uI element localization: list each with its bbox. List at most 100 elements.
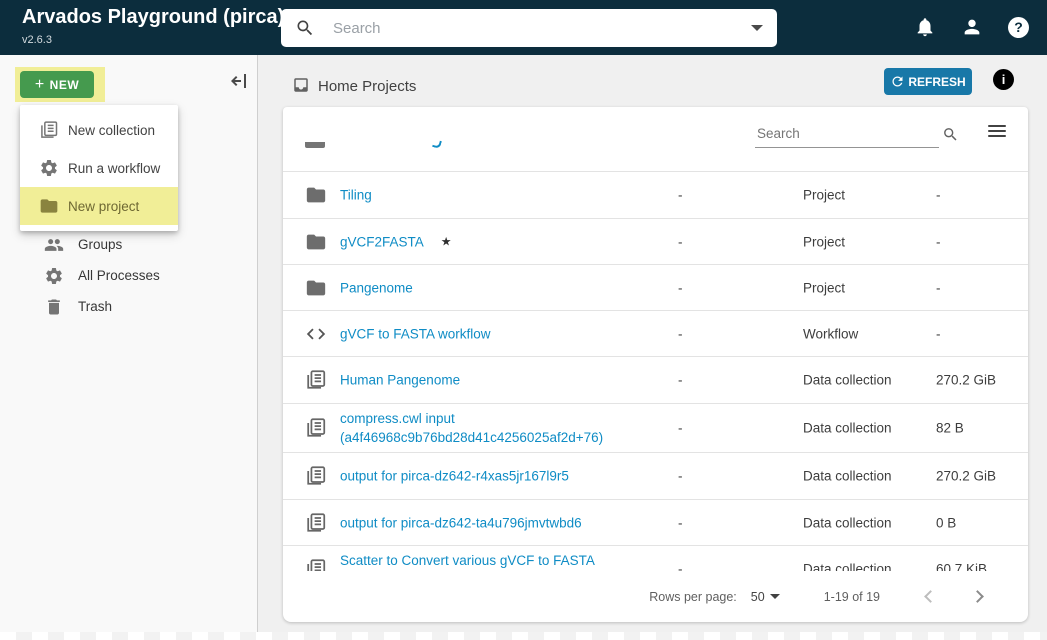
item-name-link[interactable]: Scatter to Convert various gVCF to FASTA	[340, 551, 595, 570]
item-name-link[interactable]: Pangenome	[340, 278, 413, 297]
sidebar-item-label: Trash	[78, 299, 112, 314]
menu-item-new-collection[interactable]: New collection	[20, 111, 178, 149]
item-name-link[interactable]: compress.cwl input(a4f46968c9b76bd28d41c…	[340, 409, 603, 447]
item-type: Data collection	[803, 469, 892, 484]
collection-icon	[305, 512, 327, 534]
item-type: Workflow	[803, 326, 858, 341]
item-col2-value: -	[678, 421, 683, 436]
sidebar: + NEW New collection Run a workflow New …	[0, 55, 258, 633]
item-col2-value: -	[678, 515, 683, 530]
folder-icon	[305, 184, 327, 206]
item-type: Data collection	[803, 515, 892, 530]
folder-icon	[39, 196, 59, 216]
item-type: Data collection	[803, 373, 892, 388]
info-icon[interactable]: i	[993, 69, 1014, 90]
folder-icon-fragment	[305, 142, 325, 148]
groups-icon	[44, 235, 64, 255]
rows-per-page-label: Rows per page:	[649, 590, 737, 604]
item-size: -	[936, 280, 941, 295]
sidebar-item-all-processes[interactable]: All Processes	[0, 260, 258, 291]
previous-page-icon[interactable]	[924, 590, 937, 603]
panel-search	[755, 122, 973, 148]
new-button[interactable]: + NEW	[20, 71, 94, 98]
item-type: Project	[803, 280, 845, 295]
menu-item-label: Run a workflow	[68, 161, 160, 176]
trash-icon	[44, 297, 64, 317]
global-search-input[interactable]	[333, 20, 743, 37]
app-title: Arvados Playground (pirca)	[22, 6, 284, 29]
item-size: -	[936, 188, 941, 203]
table-row[interactable]: Tiling - Project -	[283, 172, 1028, 219]
table-footer: Rows per page: 50 1-19 of 19	[283, 571, 1028, 622]
table-row[interactable]: output for pirca-dz642-r4xas5jr167l9r5 -…	[283, 453, 1028, 500]
collection-icon	[39, 120, 59, 140]
table-row[interactable]: Human Pangenome - Data collection 270.2 …	[283, 357, 1028, 404]
item-col2-value: -	[678, 234, 683, 249]
workflow-icon	[305, 323, 327, 345]
rows-per-page-select[interactable]: 50	[751, 590, 780, 604]
notifications-bell-icon[interactable]	[914, 16, 936, 38]
gear-icon	[39, 158, 59, 178]
item-type: Data collection	[803, 421, 892, 436]
item-size: 270.2 GiB	[936, 373, 996, 388]
app-window: Arvados Playground (pirca) v2.6.3 ? + NE…	[0, 0, 1047, 640]
table-row[interactable]: Pangenome - Project -	[283, 265, 1028, 311]
menu-item-label: New project	[68, 199, 139, 214]
next-page-icon[interactable]	[971, 590, 984, 603]
caret-down-icon	[770, 594, 780, 599]
app-header: Arvados Playground (pirca) v2.6.3 ?	[0, 0, 1047, 55]
item-name-link[interactable]: Tiling	[340, 186, 372, 205]
table-row[interactable]: gVCF2FASTA ★ - Project -	[283, 219, 1028, 265]
plus-icon: +	[35, 77, 45, 93]
collapse-sidebar-icon[interactable]	[227, 69, 251, 93]
search-options-caret-icon[interactable]	[751, 25, 763, 31]
refresh-button[interactable]: REFRESH	[884, 68, 972, 95]
sidebar-nav: Groups All Processes Trash	[0, 229, 258, 322]
collection-icon	[305, 558, 327, 572]
item-name-link[interactable]: output for pirca-dz642-r4xas5jr167l9r5	[340, 467, 569, 486]
item-size: 0 B	[936, 515, 956, 530]
collection-icon	[305, 417, 327, 439]
menu-item-new-project[interactable]: New project	[20, 187, 178, 225]
item-size: -	[936, 234, 941, 249]
item-name-link[interactable]: output for pirca-dz642-ta4u796jmvtwbd6	[340, 513, 582, 532]
table-scroll-area[interactable]: Tiling - Project - gVCF2FASTA ★ - Projec…	[283, 135, 1028, 571]
collection-icon	[305, 465, 327, 487]
favorite-star-icon[interactable]: ★	[441, 235, 452, 249]
item-type: Project	[803, 188, 845, 203]
page-title: Home Projects	[318, 78, 416, 95]
table-row[interactable]: gVCF to FASTA workflow - Workflow -	[283, 311, 1028, 357]
table-row[interactable]: Scatter to Convert various gVCF to FASTA…	[283, 546, 1028, 571]
item-size: 270.2 GiB	[936, 469, 996, 484]
sidebar-item-label: All Processes	[78, 268, 160, 283]
collection-icon	[305, 369, 327, 391]
account-person-icon[interactable]	[961, 16, 983, 38]
item-size: 82 B	[936, 421, 964, 436]
sidebar-item-trash[interactable]: Trash	[0, 291, 258, 322]
item-size: 60.7 KiB	[936, 561, 987, 571]
item-col2-value: -	[678, 280, 683, 295]
link-text-fragment	[432, 139, 442, 149]
global-search-bar[interactable]	[281, 9, 777, 47]
sidebar-item-groups[interactable]: Groups	[0, 229, 258, 260]
table-row[interactable]: compress.cwl input(a4f46968c9b76bd28d41c…	[283, 404, 1028, 453]
help-icon[interactable]: ?	[1008, 17, 1029, 38]
item-name-link[interactable]: Human Pangenome	[340, 371, 460, 390]
panel-search-input[interactable]	[755, 122, 939, 148]
item-name-link[interactable]: gVCF to FASTA workflow	[340, 324, 491, 343]
item-name-link[interactable]: gVCF2FASTA	[340, 232, 424, 251]
bottom-checker-strip	[0, 632, 1047, 640]
item-col2-value: -	[678, 469, 683, 484]
projects-panel: Tiling - Project - gVCF2FASTA ★ - Projec…	[283, 107, 1028, 622]
item-col2-value: -	[678, 373, 683, 388]
item-col2-value: -	[678, 188, 683, 203]
menu-item-run-workflow[interactable]: Run a workflow	[20, 149, 178, 187]
folder-icon	[305, 277, 327, 299]
table-row[interactable]: output for pirca-dz642-ta4u796jmvtwbd6 -…	[283, 500, 1028, 546]
sidebar-item-label: Groups	[78, 237, 122, 252]
table-rows: Tiling - Project - gVCF2FASTA ★ - Projec…	[283, 172, 1028, 571]
item-type: Data collection	[803, 561, 892, 571]
item-type: Project	[803, 234, 845, 249]
app-version: v2.6.3	[22, 34, 52, 46]
search-icon[interactable]	[942, 126, 959, 143]
